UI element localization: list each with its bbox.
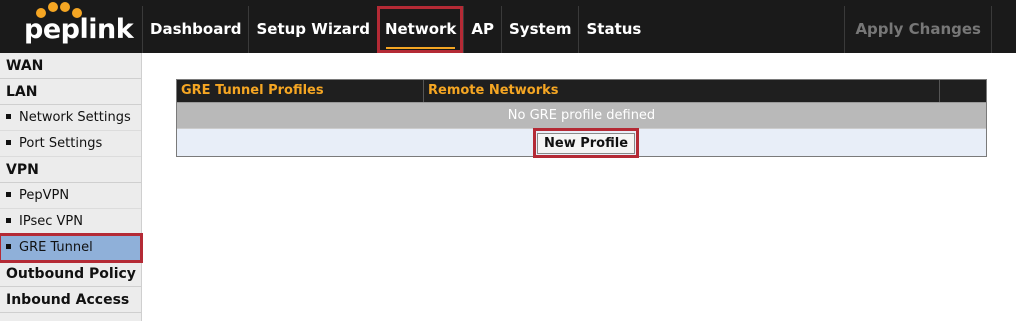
column-header-remote-networks: Remote Networks xyxy=(424,80,940,102)
sidebar-item-pepvpn[interactable]: PepVPN xyxy=(0,183,141,209)
bullet-icon xyxy=(6,218,11,223)
sidebar-section-inbound-access[interactable]: Inbound Access xyxy=(0,287,141,313)
nav-network[interactable]: Network xyxy=(376,6,464,53)
new-profile-button[interactable]: New Profile xyxy=(537,133,636,154)
table-action-row: New Profile xyxy=(177,128,986,158)
column-header-gre-profiles: GRE Tunnel Profiles xyxy=(177,80,424,102)
nav-status[interactable]: Status xyxy=(578,6,648,53)
empty-message: No GRE profile defined xyxy=(177,102,986,128)
nav-ap[interactable]: AP xyxy=(463,6,501,53)
sidebar-item-gre-tunnel[interactable]: GRE Tunnel xyxy=(0,233,143,263)
nav-system[interactable]: System xyxy=(501,6,578,53)
nav-setup-wizard[interactable]: Setup Wizard xyxy=(248,6,376,53)
sidebar-section-wan[interactable]: WAN xyxy=(0,53,141,79)
sidebar-item-label: IPsec VPN xyxy=(19,214,83,229)
main-nav: Dashboard Setup Wizard Network AP System… xyxy=(142,6,648,53)
bullet-icon xyxy=(6,114,11,119)
sidebar: WAN LAN Network Settings Port Settings V… xyxy=(0,53,143,321)
sidebar-section-lan[interactable]: LAN xyxy=(0,79,141,105)
sidebar-section-outbound-policy[interactable]: Outbound Policy xyxy=(0,261,141,287)
bullet-icon xyxy=(6,140,11,145)
top-bar: peplink Dashboard Setup Wizard Network A… xyxy=(0,0,1016,53)
sidebar-item-ipsec-vpn[interactable]: IPsec VPN xyxy=(0,209,141,235)
new-profile-highlight: New Profile xyxy=(533,128,640,158)
bullet-icon xyxy=(6,244,11,249)
sidebar-section-vpn[interactable]: VPN xyxy=(0,157,141,183)
sidebar-item-label: PepVPN xyxy=(19,188,70,203)
nav-dashboard[interactable]: Dashboard xyxy=(142,6,248,53)
nav-network-label: Network xyxy=(384,20,457,38)
bullet-icon xyxy=(6,192,11,197)
active-underline xyxy=(385,47,456,49)
sidebar-item-label: Network Settings xyxy=(19,110,131,125)
table-header: GRE Tunnel Profiles Remote Networks xyxy=(177,80,986,102)
column-header-blank xyxy=(940,80,986,102)
sidebar-item-label: Port Settings xyxy=(19,136,103,151)
peplink-logo[interactable]: peplink xyxy=(0,0,142,53)
sidebar-item-port-settings[interactable]: Port Settings xyxy=(0,131,141,157)
logo-text: peplink xyxy=(24,14,134,45)
apply-changes-button[interactable]: Apply Changes xyxy=(844,6,992,53)
sidebar-item-label: GRE Tunnel xyxy=(19,240,93,255)
sidebar-item-network-settings[interactable]: Network Settings xyxy=(0,105,141,131)
gre-tunnel-table: GRE Tunnel Profiles Remote Networks No G… xyxy=(176,79,987,158)
